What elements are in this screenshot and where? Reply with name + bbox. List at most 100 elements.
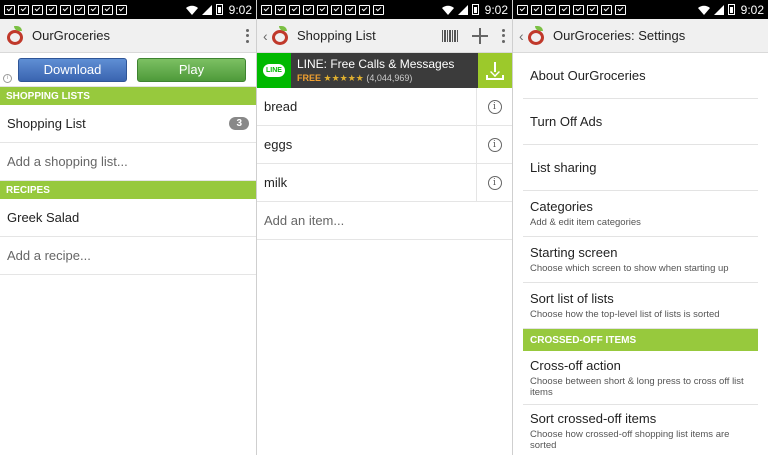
notification-check-icon [573, 4, 584, 15]
notification-check-icon [32, 4, 43, 15]
list-name: Shopping List [7, 116, 86, 131]
ad-banner: i Download Play [0, 53, 256, 87]
ad-subtitle: FREE ★★★★★ (4,044,969) [297, 73, 413, 83]
back-chevron-icon[interactable]: ‹ [519, 28, 525, 44]
shopping-list-screen: 9:02 ‹ Shopping List LINE LINE: Free Cal… [256, 0, 512, 455]
status-bar: 9:02 [513, 0, 768, 19]
info-icon[interactable]: i [487, 99, 502, 114]
line-logo-icon: LINE [257, 53, 291, 88]
section-recipes: RECIPES [0, 181, 256, 199]
app-logo-icon [6, 25, 26, 46]
notification-check-icon [102, 4, 113, 15]
battery-icon [471, 4, 479, 15]
app-logo-icon[interactable] [527, 25, 547, 46]
signal-icon [713, 4, 724, 15]
ad-info-icon[interactable]: i [3, 74, 12, 83]
notification-check-icon [74, 4, 85, 15]
add-item[interactable]: Add an item... [257, 202, 512, 240]
status-time: 9:02 [484, 2, 508, 17]
ad-download-button[interactable] [478, 53, 512, 88]
notification-check-icon [545, 4, 556, 15]
notification-check-icon [261, 4, 272, 15]
list-title: Shopping List [297, 28, 376, 43]
status-bar: 9:02 [0, 0, 256, 19]
download-icon [486, 61, 504, 80]
add-shopping-list[interactable]: Add a shopping list... [0, 143, 256, 181]
notification-check-icon [587, 4, 598, 15]
notification-check-icon [559, 4, 570, 15]
play-button[interactable]: Play [137, 57, 246, 82]
rating-stars: ★★★★★ [323, 73, 364, 83]
notification-icons [4, 4, 127, 15]
shopping-list-item[interactable]: Shopping List 3 [0, 105, 256, 143]
notification-check-icon [615, 4, 626, 15]
notification-icons [517, 4, 626, 15]
setting-about[interactable]: About OurGroceries [523, 53, 758, 99]
wifi-icon [185, 5, 198, 15]
setting-crossoff-action[interactable]: Cross-off action Choose between short & … [523, 351, 758, 405]
status-time: 9:02 [228, 2, 252, 17]
notification-check-icon [317, 4, 328, 15]
notification-check-icon [601, 4, 612, 15]
signal-icon [457, 4, 468, 15]
download-button[interactable]: Download [18, 57, 127, 82]
review-count: (4,044,969) [366, 73, 413, 83]
notification-check-icon [60, 4, 71, 15]
notification-check-icon [88, 4, 99, 15]
setting-list-sharing[interactable]: List sharing [523, 145, 758, 191]
recipe-item[interactable]: Greek Salad [0, 199, 256, 237]
notification-check-icon [331, 4, 342, 15]
settings-screen: 9:02 ‹ OurGroceries: Settings About OurG… [512, 0, 768, 455]
notification-check-icon [373, 4, 384, 15]
info-icon[interactable]: i [487, 175, 502, 190]
wifi-icon [441, 5, 454, 15]
wifi-icon [697, 5, 710, 15]
notification-check-icon [275, 4, 286, 15]
ad-title: LINE: Free Calls & Messages [297, 57, 455, 71]
status-bar: 9:02 [257, 0, 512, 19]
notification-check-icon [4, 4, 15, 15]
battery-icon [215, 4, 223, 15]
battery-icon [727, 4, 735, 15]
list-item[interactable]: milk i [257, 163, 512, 202]
list-item[interactable]: bread i [257, 87, 512, 126]
setting-sort-lists[interactable]: Sort list of lists Choose how the top-le… [523, 283, 758, 329]
item-count-badge: 3 [229, 117, 249, 130]
back-chevron-icon[interactable]: ‹ [263, 28, 269, 44]
notification-check-icon [517, 4, 528, 15]
notification-check-icon [116, 4, 127, 15]
notification-icons [261, 4, 384, 15]
settings-list: About OurGroceries Turn Off Ads List sha… [513, 53, 768, 455]
add-item-icon[interactable] [472, 27, 488, 44]
app-logo-icon[interactable] [271, 25, 291, 46]
item-name: eggs [264, 137, 293, 152]
settings-title: OurGroceries: Settings [553, 28, 686, 43]
notification-check-icon [18, 4, 29, 15]
action-bar: ‹ Shopping List [257, 19, 512, 53]
app-title: OurGroceries [32, 28, 111, 43]
setting-turn-off-ads[interactable]: Turn Off Ads [523, 99, 758, 145]
setting-categories[interactable]: Categories Add & edit item categories [523, 191, 758, 237]
overflow-menu-icon[interactable] [502, 28, 506, 43]
notification-check-icon [345, 4, 356, 15]
info-icon[interactable]: i [487, 137, 502, 152]
setting-sort-crossed[interactable]: Sort crossed-off items Choose how crosse… [523, 405, 758, 455]
add-recipe[interactable]: Add a recipe... [0, 237, 256, 275]
item-name: bread [264, 99, 298, 114]
section-shopping-lists: SHOPPING LISTS [0, 87, 256, 105]
notification-check-icon [289, 4, 300, 15]
notification-check-icon [303, 4, 314, 15]
notification-check-icon [46, 4, 57, 15]
list-item[interactable]: eggs i [257, 125, 512, 164]
action-bar: ‹ OurGroceries: Settings [513, 19, 768, 53]
action-bar: OurGroceries [0, 19, 256, 53]
barcode-scan-icon[interactable] [442, 29, 458, 42]
setting-starting-screen[interactable]: Starting screen Choose which screen to s… [523, 237, 758, 283]
item-name: milk [264, 175, 288, 190]
notification-check-icon [359, 4, 370, 15]
overflow-menu-icon[interactable] [246, 28, 250, 43]
main-lists-screen: 9:02 OurGroceries i Download Play SHOPPI… [0, 0, 256, 455]
section-crossed-off: CROSSED-OFF ITEMS [523, 329, 758, 351]
signal-icon [201, 4, 212, 15]
line-ad-banner[interactable]: LINE LINE: Free Calls & Messages FREE ★★… [257, 53, 512, 88]
